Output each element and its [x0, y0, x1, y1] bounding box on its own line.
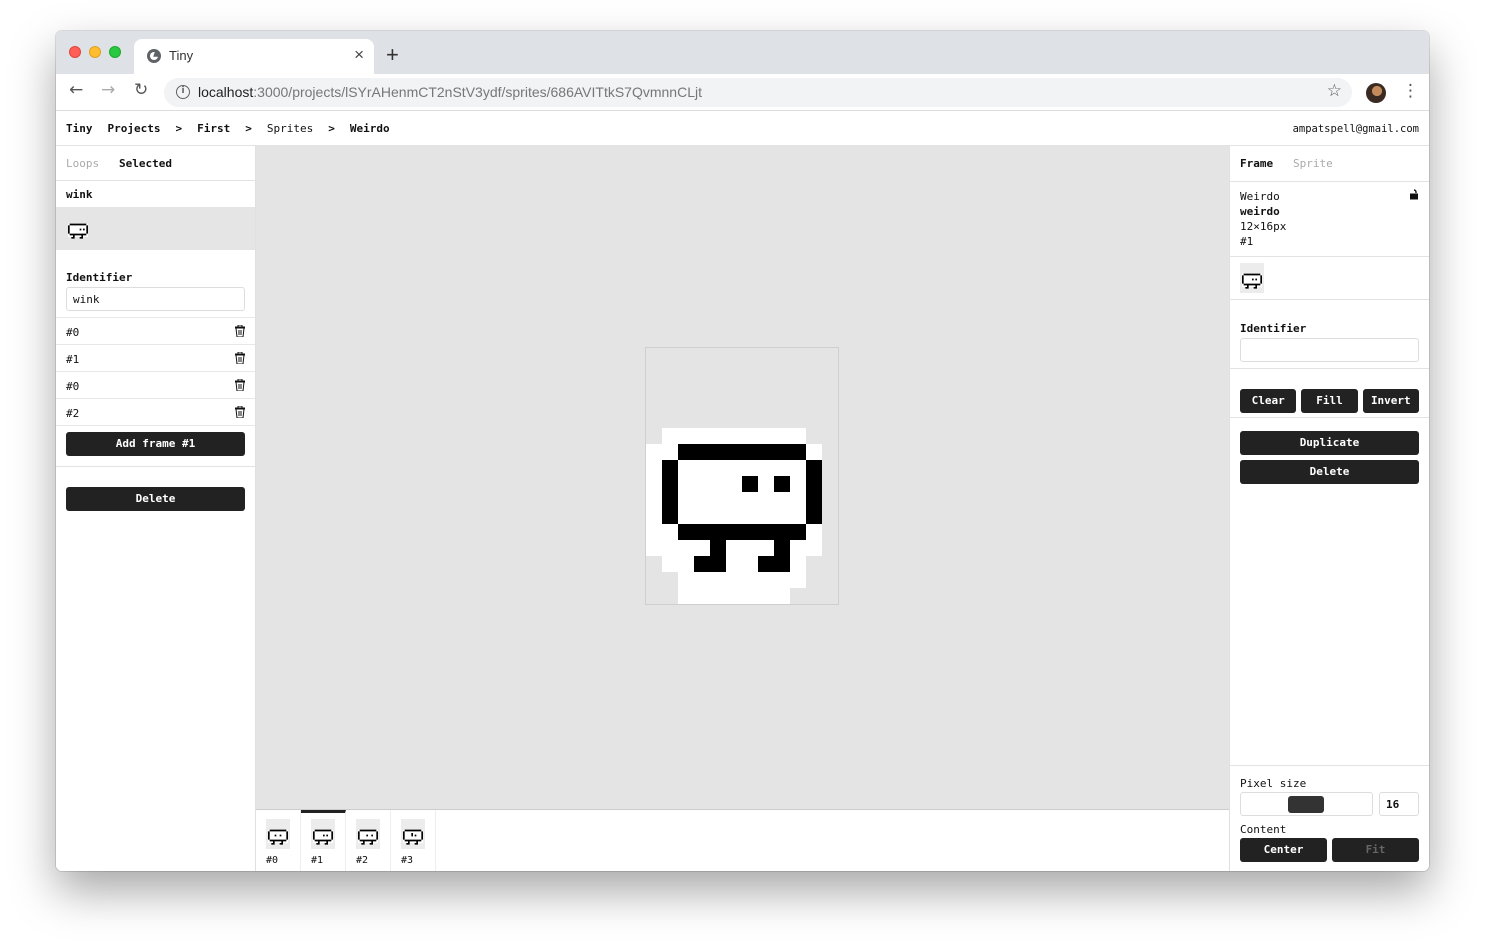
browser-toolbar: ← → ↻ i localhost:3000/projects/lSYrAHen…: [56, 74, 1429, 111]
profile-avatar[interactable]: [1366, 83, 1386, 103]
frame-strip: #0 #1 #2 #3: [256, 809, 1229, 871]
frame-identifier-label: Identifier: [1240, 322, 1307, 335]
sprite-identifier: weirdo: [1240, 205, 1280, 218]
slider-handle[interactable]: [1288, 796, 1324, 813]
tab-loops[interactable]: Loops: [66, 157, 99, 170]
strip-frame-0[interactable]: #0: [256, 810, 301, 871]
loop-frame-row[interactable]: #1: [56, 344, 255, 371]
breadcrumb-separator-icon: >: [175, 122, 183, 135]
breadcrumb-first[interactable]: First: [197, 122, 230, 135]
loop-frame-label: #0: [66, 380, 80, 393]
duplicate-button[interactable]: Duplicate: [1240, 431, 1419, 455]
trash-icon[interactable]: [235, 325, 245, 337]
app: Tiny Projects > First > Sprites > Weirdo…: [56, 111, 1429, 871]
strip-frame-label: #2: [356, 855, 369, 866]
sprite-pixels: [646, 428, 822, 604]
strip-frame-1[interactable]: #1: [301, 810, 346, 871]
fit-button[interactable]: Fit: [1332, 838, 1419, 862]
pixel-size-label: Pixel size: [1240, 777, 1307, 790]
browser-menu-icon[interactable]: ⋮: [1402, 81, 1419, 101]
strip-frame-2[interactable]: #2: [346, 810, 391, 871]
url-host: localhost: [198, 84, 254, 100]
bookmark-star-icon[interactable]: ☆: [1327, 81, 1342, 101]
frame-thumbnail-icon: [311, 819, 335, 849]
loop-frame-label: #1: [66, 353, 80, 366]
strip-frame-label: #3: [401, 855, 414, 866]
breadcrumb-tiny[interactable]: Tiny: [66, 122, 93, 135]
breadcrumb-sprites[interactable]: Sprites: [267, 122, 313, 135]
right-panel: Frame Sprite Weirdo weirdo 12×16px #1 Id…: [1229, 146, 1429, 871]
frame-thumbnail-icon: [266, 819, 290, 849]
invert-button[interactable]: Invert: [1362, 389, 1419, 413]
pixel-size-input[interactable]: 16: [1379, 792, 1419, 816]
tab-title: Tiny: [169, 48, 194, 63]
add-frame-button[interactable]: Add frame #1: [66, 432, 245, 456]
sprite-canvas[interactable]: [645, 347, 839, 605]
breadcrumb-weirdo[interactable]: Weirdo: [350, 122, 390, 135]
frame-preview-icon: [1240, 263, 1264, 293]
breadcrumb-separator-icon: >: [245, 122, 252, 135]
delete-loop-button[interactable]: Delete: [66, 487, 245, 511]
new-tab-icon[interactable]: +: [386, 44, 399, 66]
strip-frame-3[interactable]: #3: [391, 810, 436, 871]
editor-canvas[interactable]: [256, 146, 1229, 809]
clear-button[interactable]: Clear: [1240, 389, 1297, 413]
loop-frame-label: #2: [66, 407, 80, 420]
content-label: Content: [1240, 823, 1287, 836]
back-arrow-icon[interactable]: ←: [69, 82, 83, 99]
sprite-thumbnail-icon: [68, 223, 88, 239]
site-info-icon[interactable]: i: [176, 85, 190, 99]
strip-frame-label: #1: [311, 855, 324, 866]
frame-thumbnail-icon: [356, 819, 380, 849]
loop-identifier-input[interactable]: wink: [66, 287, 245, 311]
center-button[interactable]: Center: [1240, 838, 1327, 862]
address-bar[interactable]: i localhost:3000/projects/lSYrAHenmCT2nS…: [164, 78, 1352, 107]
trash-icon[interactable]: [235, 406, 245, 418]
maximize-window-button[interactable]: [109, 46, 121, 58]
trash-icon[interactable]: [235, 352, 245, 364]
browser-window: Tiny × + ← → ↻ i localhost:3000/projects…: [56, 31, 1429, 871]
app-header: Tiny Projects > First > Sprites > Weirdo…: [56, 111, 1429, 146]
close-window-button[interactable]: [69, 46, 81, 58]
breadcrumb-separator-icon: >: [328, 122, 335, 135]
delete-frame-button[interactable]: Delete: [1240, 460, 1419, 484]
tab-favicon-icon: [147, 49, 161, 63]
left-tabs: Loops Selected: [56, 146, 255, 181]
right-tabs: Frame Sprite: [1230, 146, 1429, 181]
identifier-label: Identifier: [66, 271, 133, 284]
breadcrumb: Tiny Projects > First > Sprites > Weirdo: [66, 122, 405, 135]
tab-sprite[interactable]: Sprite: [1293, 157, 1333, 170]
minimize-window-button[interactable]: [89, 46, 101, 58]
frame-identifier-input[interactable]: [1240, 338, 1419, 362]
breadcrumb-projects[interactable]: Projects: [108, 122, 161, 135]
pixel-size-slider[interactable]: [1240, 792, 1373, 816]
trash-icon[interactable]: [235, 379, 245, 391]
browser-tab[interactable]: Tiny ×: [134, 39, 374, 74]
tab-selected[interactable]: Selected: [119, 157, 172, 170]
user-email[interactable]: ampatspell@gmail.com: [1293, 123, 1419, 135]
fill-button[interactable]: Fill: [1301, 389, 1358, 413]
frame-preview: [1230, 256, 1429, 299]
loop-frame-row[interactable]: #2: [56, 398, 255, 425]
loop-frame-row[interactable]: #0: [56, 371, 255, 398]
unlock-icon[interactable]: [1409, 189, 1419, 200]
reload-icon[interactable]: ↻: [134, 82, 148, 99]
frame-thumbnail-icon: [401, 819, 425, 849]
loop-frame-label: #0: [66, 326, 80, 339]
tab-frame[interactable]: Frame: [1240, 157, 1273, 170]
address-url: localhost:3000/projects/lSYrAHenmCT2nStV…: [198, 84, 702, 100]
url-path: :3000/projects/lSYrAHenmCT2nStV3ydf/spri…: [253, 84, 702, 100]
tab-close-icon[interactable]: ×: [354, 45, 364, 65]
browser-tabbar: Tiny × +: [56, 31, 1429, 74]
loop-name: wink: [66, 188, 93, 201]
sprite-info: Weirdo weirdo 12×16px #1: [1230, 181, 1429, 256]
strip-frame-label: #0: [266, 855, 279, 866]
forward-arrow-icon[interactable]: →: [101, 82, 115, 99]
frame-index: #1: [1240, 235, 1254, 248]
loop-frame-row[interactable]: #0: [56, 317, 255, 344]
loop-preview[interactable]: [56, 207, 255, 250]
sprite-title: Weirdo: [1240, 190, 1280, 203]
left-panel: Loops Selected wink Identifier wink #0 #…: [56, 146, 256, 871]
sprite-size: 12×16px: [1240, 220, 1287, 233]
